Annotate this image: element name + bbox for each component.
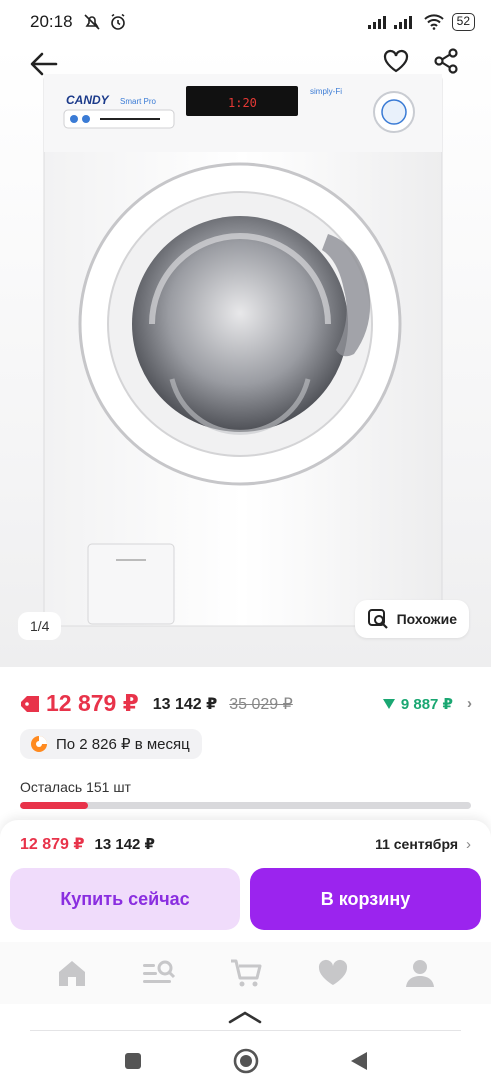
tab-favorites[interactable] [313, 953, 353, 993]
back-arrow-icon[interactable] [28, 48, 60, 80]
similar-products-label: Похожие [396, 611, 457, 627]
pie-chart-icon [31, 736, 47, 752]
profile-icon [405, 960, 434, 987]
share-icon[interactable] [431, 46, 461, 76]
stock-progress-bar [20, 802, 471, 809]
cart-icon [230, 959, 261, 987]
add-to-cart-button[interactable]: В корзину [250, 868, 481, 930]
system-nav-bar [0, 1044, 491, 1078]
alarm-icon [110, 13, 125, 30]
back-triangle-icon[interactable] [349, 1050, 369, 1072]
tab-home[interactable] [52, 953, 92, 993]
down-triangle-icon [382, 698, 395, 709]
catalog-search-icon [142, 960, 175, 983]
svg-text:1:20: 1:20 [228, 96, 257, 110]
battery-indicator: 52 [451, 13, 475, 31]
tab-cart[interactable] [226, 953, 266, 993]
product-gallery[interactable]: CANDY Smart Pro 1:20 simply-Fi 1/4 Похож… [0, 44, 491, 667]
divider [30, 1030, 461, 1031]
svg-text:CANDY: CANDY [66, 93, 110, 107]
svg-text:Smart Pro: Smart Pro [120, 97, 157, 106]
wifi-icon [423, 14, 444, 30]
similar-search-icon [367, 609, 388, 629]
mute-notification-icon [83, 14, 100, 30]
favorite-heart-icon[interactable] [381, 46, 411, 76]
recent-apps-square-icon[interactable] [123, 1051, 143, 1071]
secondary-price: 13 142 ₽ [152, 695, 218, 713]
stock-progress-fill [20, 802, 88, 809]
gallery-pager: 1/4 [18, 612, 62, 640]
cashback-badge[interactable]: 9 887 ₽ › [382, 695, 472, 713]
purchase-sheet: 12 879 ₽ 13 142 ₽ 11 сентября › Купить с… [0, 820, 491, 942]
home-icon [58, 961, 85, 986]
sheet-price: 12 879 ₽ [20, 836, 85, 853]
heart-icon [318, 959, 347, 985]
installment-label: По 2 826 ₽ в месяц [56, 736, 190, 753]
cashback-amount: 9 887 ₽ [400, 695, 453, 713]
chevron-right-icon: › [466, 835, 471, 853]
svg-text:simply-Fi: simply-Fi [310, 87, 342, 96]
tab-profile[interactable] [400, 953, 440, 993]
sheet-summary-row[interactable]: 12 879 ₽ 13 142 ₽ 11 сентября › [20, 834, 471, 854]
signal-icon [367, 16, 412, 29]
similar-products-button[interactable]: Похожие [354, 600, 469, 638]
installment-chip[interactable]: По 2 826 ₽ в месяц [20, 729, 202, 759]
status-time: 20:18 [30, 12, 73, 31]
delivery-date: 11 сентября [375, 836, 458, 852]
sheet-secondary-price: 13 142 ₽ [94, 836, 155, 853]
home-circle-icon[interactable] [233, 1048, 259, 1074]
chevron-up-icon[interactable] [228, 1010, 262, 1024]
bottom-tab-bar [0, 942, 491, 1004]
buy-now-button[interactable]: Купить сейчас [10, 868, 240, 930]
top-navigation [0, 44, 491, 80]
price-tag-icon [21, 695, 39, 712]
product-image-washing-machine: CANDY Smart Pro 1:20 simply-Fi [43, 74, 443, 627]
tab-catalog[interactable] [139, 953, 179, 993]
stock-remaining-label: Осталась 151 шт [20, 779, 131, 795]
chevron-right-icon: › [467, 695, 472, 712]
status-bar: 20:18 52 [0, 0, 491, 44]
current-price: 12 879 ₽ [46, 690, 139, 716]
old-price: 35 029 ₽ [229, 695, 293, 713]
price-row: 12 879 ₽ 13 142 ₽ 35 029 ₽ 9 887 ₽ › [20, 690, 472, 717]
